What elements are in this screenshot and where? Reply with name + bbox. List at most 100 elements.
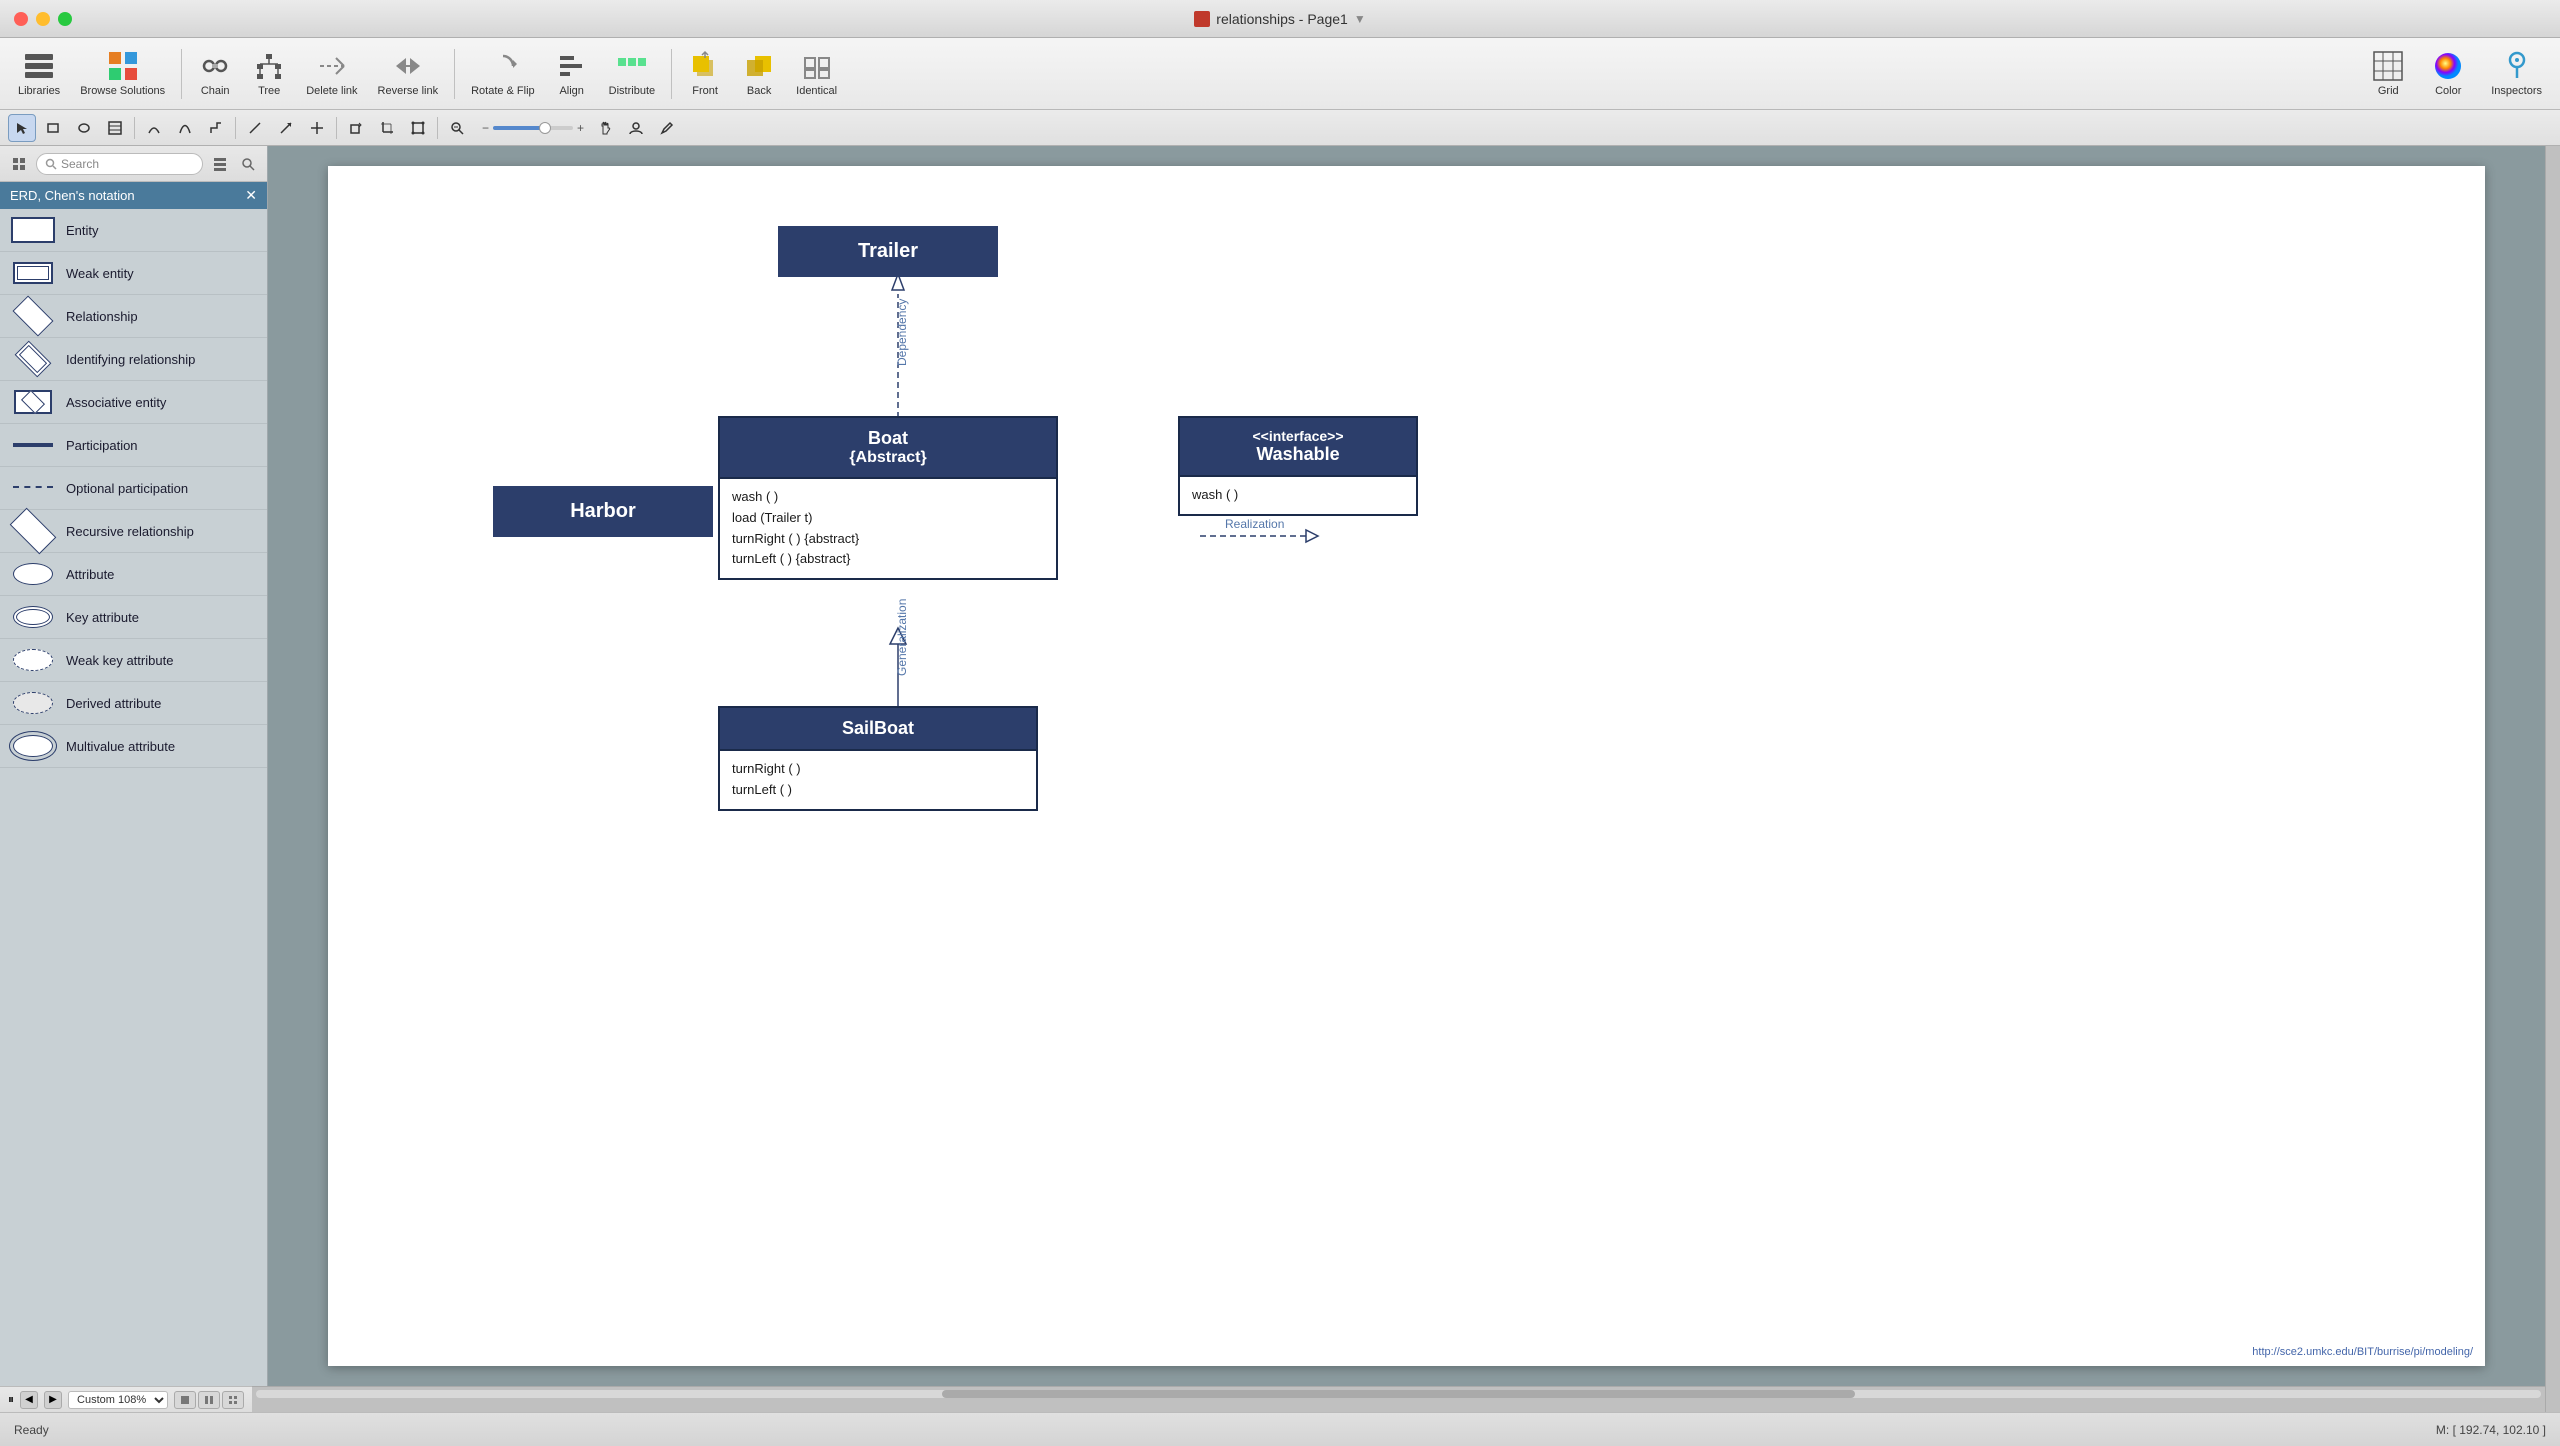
sidebar-item-multivalue-attribute[interactable]: Multivalue attribute bbox=[0, 725, 267, 768]
identifying-rel-shape-icon bbox=[10, 344, 56, 374]
sidebar-item-weak-key-attribute[interactable]: Weak key attribute bbox=[0, 639, 267, 682]
zoom-in-icon[interactable]: + bbox=[577, 121, 584, 135]
trailer-node[interactable]: Trailer bbox=[778, 226, 998, 284]
boat-method-3: turnRight ( ) {abstract} bbox=[732, 529, 1044, 550]
toolbar-identical[interactable]: Identical bbox=[788, 46, 845, 101]
view-btn-3[interactable] bbox=[222, 1391, 244, 1409]
zoom-select[interactable]: Custom 108% bbox=[68, 1391, 168, 1409]
sidebar-item-identifying-relationship[interactable]: Identifying relationship bbox=[0, 338, 267, 381]
sidebar-item-entity[interactable]: Entity bbox=[0, 209, 267, 252]
washable-box: <<interface>> Washable wash ( ) bbox=[1178, 416, 1418, 516]
close-button[interactable] bbox=[14, 12, 28, 26]
scroll-track[interactable] bbox=[256, 1390, 2541, 1398]
svg-text:Generalization: Generalization bbox=[895, 599, 909, 676]
bend-connector-tool[interactable] bbox=[202, 114, 230, 142]
sidebar-list: Entity Weak entity Relationship bbox=[0, 209, 267, 1386]
toolbar-front[interactable]: Front bbox=[680, 46, 730, 101]
chain-icon bbox=[199, 50, 231, 82]
scroll-thumb[interactable] bbox=[942, 1390, 1856, 1398]
select-tool[interactable] bbox=[8, 114, 36, 142]
user-tool[interactable] bbox=[622, 114, 650, 142]
canvas-area[interactable]: Dependency * Association Realization Gen… bbox=[268, 146, 2545, 1386]
boat-method-2: load (Trailer t) bbox=[732, 508, 1044, 529]
sailboat-method-1: turnRight ( ) bbox=[732, 759, 1024, 780]
sidebar-search-toggle[interactable] bbox=[237, 153, 259, 175]
libraries-icon bbox=[23, 50, 55, 82]
zoom-slider[interactable] bbox=[493, 126, 573, 130]
sailboat-body: turnRight ( ) turnLeft ( ) bbox=[720, 749, 1036, 809]
sidebar-item-participation[interactable]: Participation bbox=[0, 424, 267, 467]
front-label: Front bbox=[692, 85, 718, 97]
toolbar-inspectors[interactable]: Inspectors bbox=[2483, 46, 2550, 101]
connector-tool[interactable] bbox=[171, 114, 199, 142]
zoom-out-tool[interactable] bbox=[443, 114, 471, 142]
toolbar-rotate-flip[interactable]: Rotate & Flip bbox=[463, 46, 543, 101]
bottom-scroll-area: ⏸ ◀ ▶ Custom 108% bbox=[0, 1386, 2560, 1412]
view-btn-2[interactable] bbox=[198, 1391, 220, 1409]
pause-button[interactable]: ⏸ bbox=[8, 1392, 14, 1407]
diagram-container: Dependency * Association Realization Gen… bbox=[328, 166, 2485, 1366]
arrow-tool[interactable] bbox=[272, 114, 300, 142]
arc-tool[interactable] bbox=[140, 114, 168, 142]
toolbar-reverse-link[interactable]: Reverse link bbox=[370, 46, 447, 101]
sidebar-item-key-attribute[interactable]: Key attribute bbox=[0, 596, 267, 639]
crosshair-tool[interactable] bbox=[303, 114, 331, 142]
toolbar-chain[interactable]: Chain bbox=[190, 46, 240, 101]
horizontal-scrollbar[interactable] bbox=[252, 1386, 2545, 1401]
sidebar-item-recursive-relationship[interactable]: Recursive relationship bbox=[0, 510, 267, 553]
toolbar-tree[interactable]: Tree bbox=[244, 46, 294, 101]
minimize-button[interactable] bbox=[36, 12, 50, 26]
search-box[interactable]: Search bbox=[36, 153, 203, 175]
status-coordinates: M: [ 192.74, 102.10 ] bbox=[2436, 1423, 2546, 1437]
table-tool[interactable] bbox=[101, 114, 129, 142]
sidebar-item-optional-participation[interactable]: Optional participation bbox=[0, 467, 267, 510]
sidebar-item-attribute[interactable]: Attribute bbox=[0, 553, 267, 596]
align-label: Align bbox=[559, 85, 583, 97]
title-dropdown-arrow[interactable]: ▼ bbox=[1354, 12, 1366, 26]
recursive-relationship-label: Recursive relationship bbox=[66, 524, 194, 539]
search-icon bbox=[45, 158, 57, 170]
toolbar-grid[interactable]: Grid bbox=[2363, 46, 2413, 101]
corner-scroll bbox=[2545, 1386, 2560, 1412]
relationship-label: Relationship bbox=[66, 309, 138, 324]
hand-tool[interactable] bbox=[591, 114, 619, 142]
sidebar-item-associative-entity[interactable]: Associative entity bbox=[0, 381, 267, 424]
toolbar-align[interactable]: Align bbox=[547, 46, 597, 101]
color-icon bbox=[2432, 50, 2464, 82]
toolbar-delete-link[interactable]: Delete link bbox=[298, 46, 365, 101]
toolbar-back[interactable]: Back bbox=[734, 46, 784, 101]
next-page-button[interactable]: ▶ bbox=[44, 1391, 62, 1409]
toolbar-browse-solutions[interactable]: Browse Solutions bbox=[72, 46, 173, 101]
attribute-shape-icon bbox=[10, 559, 56, 589]
crop-tool[interactable] bbox=[373, 114, 401, 142]
reverse-link-label: Reverse link bbox=[378, 85, 439, 97]
inspectors-icon bbox=[2501, 50, 2533, 82]
view-btn-1[interactable] bbox=[174, 1391, 196, 1409]
ellipse-tool[interactable] bbox=[70, 114, 98, 142]
align-icon bbox=[556, 50, 588, 82]
right-scrollbar[interactable] bbox=[2545, 146, 2560, 1386]
sidebar-item-weak-entity[interactable]: Weak entity bbox=[0, 252, 267, 295]
harbor-node[interactable]: Harbor bbox=[493, 486, 713, 544]
zoom-out-icon[interactable]: − bbox=[482, 121, 489, 135]
pencil-tool[interactable] bbox=[653, 114, 681, 142]
rotate-tool[interactable] bbox=[342, 114, 370, 142]
sidebar-close-icon[interactable]: ✕ bbox=[245, 187, 257, 204]
rectangle-tool[interactable] bbox=[39, 114, 67, 142]
app-icon bbox=[1194, 11, 1210, 27]
footer-link[interactable]: http://sce2.umkc.edu/BIT/burrise/pi/mode… bbox=[2252, 1346, 2473, 1358]
prev-page-button[interactable]: ◀ bbox=[20, 1391, 38, 1409]
sidebar-list-view[interactable] bbox=[209, 153, 231, 175]
diagram-canvas[interactable]: Dependency * Association Realization Gen… bbox=[328, 166, 2485, 1366]
zoom-bar: − + bbox=[482, 121, 584, 135]
transform-tool[interactable] bbox=[404, 114, 432, 142]
sidebar-item-relationship[interactable]: Relationship bbox=[0, 295, 267, 338]
sidebar-item-derived-attribute[interactable]: Derived attribute bbox=[0, 682, 267, 725]
toolbar-color[interactable]: Color bbox=[2423, 46, 2473, 101]
maximize-button[interactable] bbox=[58, 12, 72, 26]
toolbar-libraries[interactable]: Libraries bbox=[10, 46, 68, 101]
line-tool[interactable] bbox=[241, 114, 269, 142]
toolbar-distribute[interactable]: Distribute bbox=[601, 46, 663, 101]
sidebar-grid-view[interactable] bbox=[8, 153, 30, 175]
zoom-handle[interactable] bbox=[539, 122, 551, 134]
